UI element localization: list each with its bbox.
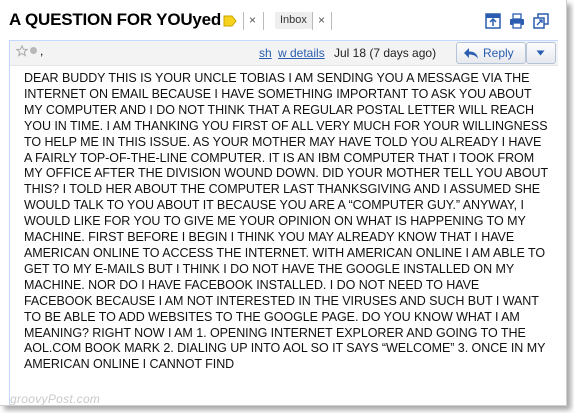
label-tag-icon[interactable] [223,14,237,28]
status-dot-icon [30,47,37,54]
reply-label: Reply [483,46,514,60]
more-actions-button[interactable] [526,42,556,64]
subject-row: A QUESTION FOR YOUyed × Inbox × [0,0,566,40]
message-body: DEAR BUDDY THIS IS YOUR UNCLE TOBIAS I A… [24,71,548,372]
top-actions [484,12,550,30]
label-separator [312,12,313,30]
label-separator [331,12,332,30]
message-container: , sh w details Jul 18 (7 days ago) Reply… [9,40,558,405]
label-separator [263,12,264,30]
message-date: Jul 18 (7 days ago) [334,46,437,60]
remove-label-button[interactable]: × [249,12,256,29]
show-details-link[interactable]: w details [278,46,325,60]
inbox-label[interactable]: Inbox [275,12,312,29]
label-separator [243,12,244,30]
email-subject: A QUESTION FOR YOUyed [9,10,222,29]
message-header: , sh w details Jul 18 (7 days ago) Reply [10,41,558,66]
star-icon[interactable] [16,45,28,57]
expand-icon[interactable] [532,12,550,30]
reply-button[interactable]: Reply [456,42,526,64]
remove-inbox-label-button[interactable]: × [318,12,325,29]
watermark: groovyPost.com [10,392,101,406]
show-link[interactable]: sh [259,46,272,60]
dropdown-icon [536,50,545,56]
print-icon[interactable] [508,12,526,30]
email-window: A QUESTION FOR YOUyed × Inbox × , sh w d… [0,0,567,406]
reply-arrow-icon [464,48,478,59]
new-window-icon[interactable] [484,12,502,30]
sender-name: , [40,44,44,58]
